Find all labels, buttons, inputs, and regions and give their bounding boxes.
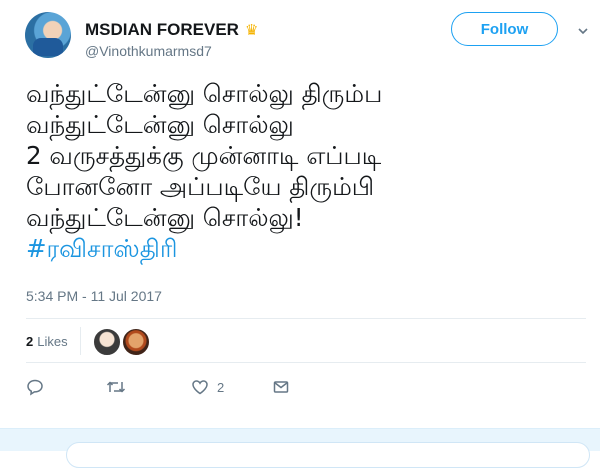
crown-icon: ♛ — [244, 20, 259, 39]
display-name[interactable]: MSDIAN FOREVER — [85, 20, 239, 40]
profile-avatar[interactable] — [25, 12, 71, 58]
divider — [26, 318, 586, 319]
like-count: 2 — [217, 379, 225, 395]
retweet-button[interactable] — [106, 375, 126, 399]
direct-message-button[interactable] — [272, 375, 290, 399]
likes-label: Likes — [37, 333, 68, 349]
tweet-line: வந்துட்டேன்னு சொல்லு! — [26, 203, 304, 232]
tweet-line: போனனோ அப்படியே திரும்பி — [26, 172, 375, 201]
avatar-jersey — [33, 38, 63, 56]
user-handle[interactable]: @Vinothkumarmsd7 — [85, 43, 212, 59]
tweet-line: வந்துட்டேன்னு சொல்லு திரும்ப — [26, 79, 383, 108]
envelope-icon — [273, 381, 289, 393]
likes-count: 2 — [26, 333, 34, 349]
tweet-timestamp[interactable]: 5:34 PM - 11 Jul 2017 — [26, 288, 162, 304]
chevron-down-icon[interactable] — [578, 26, 588, 36]
reply-icon — [27, 379, 43, 396]
stat-separator — [80, 327, 81, 355]
likes-stat[interactable]: 2 Likes — [26, 324, 68, 358]
tweet-line: வந்துட்டேன்னு சொல்லு — [26, 110, 294, 139]
liker-avatar[interactable] — [93, 328, 121, 356]
reply-button[interactable] — [26, 375, 44, 399]
heart-icon — [192, 380, 208, 395]
name-row: MSDIAN FOREVER ♛ — [85, 20, 258, 40]
tweet-line: 2 வருசத்துக்கு முன்னாடி எப்படி — [26, 141, 382, 170]
tweet-text: வந்துட்டேன்னு சொல்லு திரும்ப வந்துட்டேன்… — [26, 78, 586, 264]
liker-avatar[interactable] — [122, 328, 150, 356]
retweet-icon — [106, 381, 126, 393]
follow-button[interactable]: Follow — [451, 12, 558, 46]
hashtag-link[interactable]: #ரவிசாஸ்திரி — [26, 233, 586, 264]
divider — [26, 362, 586, 363]
like-button[interactable]: 2 — [191, 375, 224, 399]
reply-input[interactable] — [66, 442, 590, 468]
